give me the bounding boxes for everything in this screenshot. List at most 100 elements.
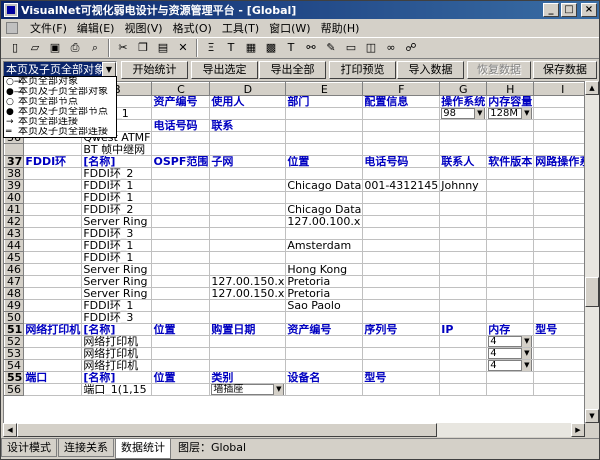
grid-cell-A[interactable]: [23, 299, 83, 312]
grid-cell[interactable]: BT 帧中继网: [81, 143, 153, 156]
grid-cell[interactable]: 型号: [362, 371, 441, 384]
grid-cell[interactable]: [151, 143, 211, 156]
grid-cell[interactable]: [533, 107, 584, 120]
grid-cell[interactable]: [439, 371, 488, 384]
scope-option-4[interactable]: → 本页全部连接: [4, 117, 116, 127]
grid-cell[interactable]: [209, 251, 287, 264]
close-button[interactable]: ×: [581, 3, 597, 17]
grid-cell[interactable]: [362, 227, 441, 240]
grid-cell[interactable]: 位置: [151, 371, 211, 384]
grid-cell[interactable]: [439, 299, 488, 312]
grid-cell[interactable]: Hong Kong: [285, 263, 364, 276]
grid-cell[interactable]: [362, 335, 441, 348]
grid-cell-A[interactable]: [23, 203, 83, 216]
grid-cell[interactable]: [533, 143, 584, 156]
grid-cell[interactable]: [486, 371, 535, 384]
grid-cell[interactable]: [533, 239, 584, 252]
grid-cell-A[interactable]: [23, 167, 83, 180]
column-header-D[interactable]: D: [209, 82, 287, 96]
row-header[interactable]: 45: [4, 251, 25, 264]
row-header[interactable]: 49: [4, 299, 25, 312]
grid-cell[interactable]: [486, 191, 535, 204]
grid-cell[interactable]: [362, 347, 441, 360]
grid-cell[interactable]: [285, 335, 364, 348]
menu-item-4[interactable]: 工具(T): [217, 20, 264, 36]
grid-cell[interactable]: [362, 275, 441, 288]
grid-cell-A[interactable]: [23, 215, 83, 228]
grid-cell[interactable]: FDDI环_1: [81, 239, 153, 252]
grid-cell[interactable]: [285, 311, 364, 324]
grid-cell[interactable]: 墙插座 ▼: [209, 383, 287, 396]
grid-cell[interactable]: [486, 263, 535, 276]
binoculars-button[interactable]: ∞: [381, 38, 401, 58]
grid-cell[interactable]: [285, 119, 364, 132]
grid-cell[interactable]: [533, 311, 584, 324]
grid-cell[interactable]: [439, 311, 488, 324]
grid-cell[interactable]: [362, 119, 441, 132]
grid-cell[interactable]: [362, 311, 441, 324]
grid-cell[interactable]: [151, 107, 211, 120]
grid-cell[interactable]: 127.00.150.x: [209, 287, 287, 300]
grid-cell[interactable]: [439, 383, 488, 396]
grid-cell[interactable]: [439, 131, 488, 144]
grid-button[interactable]: ▩: [261, 38, 281, 58]
grid-cell[interactable]: 4 ▼: [486, 335, 535, 348]
grid-cell[interactable]: [名称]: [81, 371, 153, 384]
grid-cell[interactable]: [362, 131, 441, 144]
grid-cell[interactable]: [209, 179, 287, 192]
grid-cell[interactable]: [151, 275, 211, 288]
grid-cell[interactable]: 设备名: [285, 371, 364, 384]
scope-option-5[interactable]: ═ 本页及子页全部连接: [4, 127, 116, 137]
grid-cell[interactable]: [533, 179, 584, 192]
grid-cell[interactable]: [486, 143, 535, 156]
row-header[interactable]: 43: [4, 227, 25, 240]
grid-cell[interactable]: 联系人: [439, 155, 488, 168]
grid-cell[interactable]: 4 ▼: [486, 359, 535, 372]
grid-cell[interactable]: [151, 131, 211, 144]
scroll-left-icon[interactable]: ◀: [3, 423, 17, 437]
table-button[interactable]: ▦: [241, 38, 261, 58]
cell-dropdown[interactable]: 128M ▼: [488, 108, 533, 119]
grid-cell[interactable]: 内存容量: [486, 95, 535, 108]
grid-cell[interactable]: 网络打印机: [81, 335, 153, 348]
grid-cell[interactable]: 位置: [151, 323, 211, 336]
scope-option-3[interactable]: ● 本页及子页全部节点: [4, 107, 116, 117]
grid-cell[interactable]: 网路操作系: [533, 155, 584, 168]
grid-cell[interactable]: [533, 335, 584, 348]
grid-cell[interactable]: [439, 239, 488, 252]
grid-cell[interactable]: 子网: [209, 155, 287, 168]
grid-cell[interactable]: [209, 335, 287, 348]
grid-cell[interactable]: [362, 239, 441, 252]
scroll-down-icon[interactable]: ▼: [585, 409, 599, 423]
tab-0[interactable]: 设计模式: [1, 439, 57, 457]
horizontal-scrollbar[interactable]: ◀ ▶: [3, 423, 585, 437]
grid-cell[interactable]: IP: [439, 323, 488, 336]
grid-cell[interactable]: [285, 227, 364, 240]
grid-cell[interactable]: [209, 311, 287, 324]
grid-cell[interactable]: 4 ▼: [486, 347, 535, 360]
grid-cell[interactable]: [486, 227, 535, 240]
scope-option-1[interactable]: ●— 本页及子页全部对象: [4, 87, 116, 97]
grid-cell[interactable]: FDDI环_1: [81, 299, 153, 312]
text-button[interactable]: Т: [221, 38, 241, 58]
grid-cell[interactable]: [486, 179, 535, 192]
grid-cell[interactable]: [533, 383, 584, 396]
grid-cell[interactable]: [151, 227, 211, 240]
tab-1[interactable]: 连接关系: [58, 439, 114, 457]
grid-cell[interactable]: [486, 119, 535, 132]
grid-cell[interactable]: 配置信息: [362, 95, 441, 108]
grid-cell[interactable]: [533, 167, 584, 180]
chevron-down-icon[interactable]: ▼: [474, 108, 485, 119]
grid-cell[interactable]: [285, 251, 364, 264]
grid-cell[interactable]: [533, 299, 584, 312]
action-button-2[interactable]: 导出全部: [259, 61, 326, 79]
grid-cell[interactable]: [439, 335, 488, 348]
grid-cell[interactable]: Chicago Data: [285, 203, 364, 216]
grid-cell[interactable]: [439, 203, 488, 216]
grid-cell[interactable]: [486, 311, 535, 324]
grid-cell[interactable]: [439, 143, 488, 156]
grid-cell[interactable]: Pretoria: [285, 275, 364, 288]
grid-cell[interactable]: [533, 215, 584, 228]
grid-cell[interactable]: [151, 347, 211, 360]
grid-cell[interactable]: [362, 143, 441, 156]
